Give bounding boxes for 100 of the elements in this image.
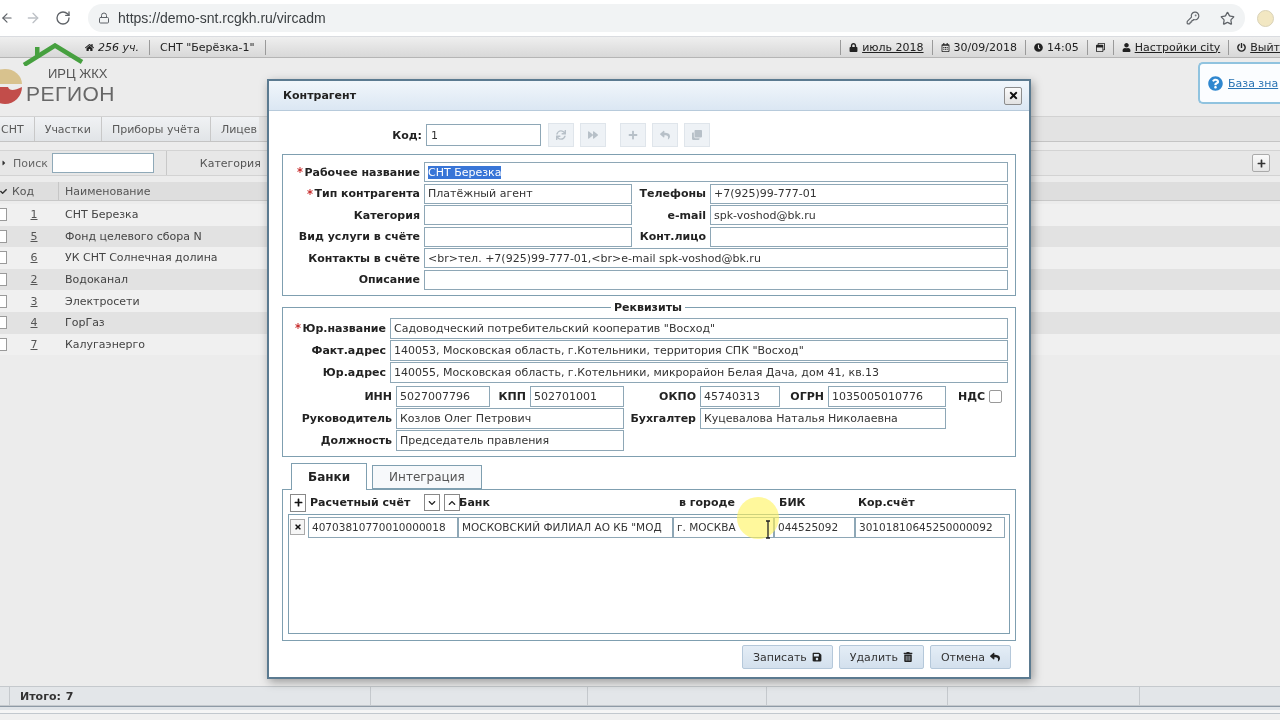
text-field[interactable]: Козлов Олег Петрович	[396, 407, 624, 429]
close-icon	[1007, 90, 1019, 101]
text-field[interactable]: 502701001	[530, 385, 624, 407]
delete-row-button[interactable]	[290, 519, 305, 536]
star-icon[interactable]	[1220, 10, 1235, 26]
field-label: Конт.лицо	[639, 230, 706, 244]
field-label: Вид услуги в счёте	[298, 230, 420, 244]
text-field[interactable]: spk-voshod@bk.ru	[710, 205, 1008, 226]
circle-logo-icon	[0, 67, 22, 105]
row-checkbox[interactable]	[0, 337, 7, 351]
field-label: Факт.адрес	[311, 343, 386, 357]
name-text: Водоканал	[65, 273, 128, 287]
checkbox[interactable]	[989, 389, 1002, 403]
text-field[interactable]: 5027007796	[396, 385, 490, 407]
cell-input[interactable]: 30101810645250000092	[855, 516, 1005, 538]
help-link[interactable]: База зна	[1198, 62, 1280, 104]
name-text: УК СНТ Солнечная долина	[65, 251, 218, 265]
window-icon[interactable]	[1095, 42, 1105, 52]
code-field[interactable]: 1	[426, 124, 541, 146]
caret-icon	[0, 159, 8, 167]
add-row-button[interactable]	[290, 493, 306, 512]
text-field[interactable]	[424, 205, 632, 226]
nav-tab[interactable]: Приборы учёта	[101, 117, 211, 141]
clock-icon	[1033, 42, 1043, 52]
text-field[interactable]: Садоводческий потребительский кооператив "Восход"	[390, 317, 1008, 339]
sort-up-button[interactable]	[444, 494, 461, 512]
close-button[interactable]	[1004, 86, 1022, 105]
forward-arrow-icon[interactable]	[25, 10, 41, 26]
field-label: Юр.адрес	[322, 365, 386, 379]
field-label: НДС	[957, 389, 985, 403]
column-header: Расчетный счёт	[310, 496, 411, 510]
text-field[interactable]: +7(925)99-777-01	[710, 183, 1008, 204]
row-checkbox[interactable]	[0, 251, 7, 265]
cell-input[interactable]: г. МОСКВА	[673, 516, 774, 538]
text-field[interactable]	[424, 226, 632, 247]
cursor-highlight-icon	[737, 497, 779, 539]
home-icon	[85, 42, 94, 52]
search-field[interactable]	[51, 153, 154, 173]
field-label: Рабочее название	[304, 165, 420, 179]
row-checkbox[interactable]	[0, 273, 7, 287]
cell-input[interactable]: 044525092	[774, 516, 855, 538]
back-arrow-icon[interactable]	[0, 11, 14, 25]
text-field[interactable]: Куцевалова Наталья Николаевна	[700, 407, 946, 429]
row-checkbox[interactable]	[0, 208, 7, 222]
code-link[interactable]: 2	[30, 273, 38, 287]
sort-down-button[interactable]	[424, 494, 441, 512]
nav-tab[interactable]: Участки	[34, 117, 102, 141]
address-bar[interactable]: https://demo-snt.rcgkh.ru/vircadm	[88, 4, 1245, 32]
avatar-icon[interactable]	[1257, 9, 1274, 27]
text-field[interactable]	[424, 269, 1008, 290]
header-text: 30/09/2018	[953, 40, 1017, 54]
check-icon	[0, 187, 7, 195]
cell-input[interactable]: 40703810770010000018	[308, 516, 458, 538]
text-field[interactable]: 1035005010776	[828, 385, 946, 407]
code-link[interactable]: 5	[30, 229, 38, 243]
text-field[interactable]: Председатель правления	[396, 429, 624, 451]
dialog-title: Контрагент	[283, 89, 356, 102]
delete-button[interactable]: Удалить	[838, 645, 924, 669]
reload-icon[interactable]	[55, 10, 71, 26]
column-header: в городе	[679, 496, 735, 510]
row-checkbox[interactable]	[0, 294, 7, 308]
status-label: Итого:	[20, 689, 61, 703]
tab[interactable]: Банки	[291, 462, 368, 490]
text-field[interactable]: 140053, Московская область, г.Котельники, территория СПК "Восход"	[390, 339, 1008, 361]
help-icon	[1208, 75, 1223, 91]
key-icon[interactable]	[1186, 11, 1200, 25]
tab[interactable]: Интеграция	[372, 464, 482, 489]
save-button[interactable]: Записать	[741, 645, 833, 669]
code-link[interactable]: 3	[30, 294, 38, 308]
column-header: Кор.счёт	[858, 496, 915, 510]
text-field[interactable]	[710, 226, 1008, 247]
row-checkbox[interactable]	[0, 229, 7, 243]
text-field[interactable]: Платёжный агент	[424, 183, 632, 204]
trash-icon	[902, 652, 913, 662]
nav-tab[interactable]: СНТ	[0, 117, 35, 141]
header-link[interactable]: Настройки city	[1134, 40, 1221, 54]
logo-text: ИРЦ ЖКХ	[48, 66, 108, 81]
undo-arrow-icon	[990, 652, 1000, 662]
cell-input[interactable]: МОСКОВСКИЙ ФИЛИАЛ АО КБ "МОД	[458, 516, 673, 538]
text-field[interactable]: 45740313	[700, 385, 780, 407]
header-link[interactable]: Выйт	[1250, 40, 1280, 54]
code-link[interactable]: 7	[30, 337, 38, 351]
logo-text: РЕГИОН	[26, 81, 115, 106]
field-label: Должность	[320, 433, 392, 447]
plus-icon	[628, 130, 638, 140]
text-field[interactable]: СНТ Березка	[424, 162, 1008, 182]
code-link[interactable]: 4	[30, 316, 38, 330]
row-checkbox[interactable]	[0, 316, 7, 330]
text-field[interactable]: <br>тел. +7(925)99-777-01,<br>e-mail spk-voshod@bk.ru	[424, 248, 1008, 269]
code-link[interactable]: 6	[30, 251, 38, 265]
text-field[interactable]: 140055, Московская область, г.Котельники, микрорайон Белая Дача, дом 41, кв.13	[390, 361, 1008, 383]
header-link[interactable]: июль 2018	[862, 40, 924, 54]
field-label: ОГРН	[790, 389, 824, 403]
field-label: Руководитель	[301, 411, 392, 425]
plus-icon	[293, 498, 303, 508]
code-link[interactable]: 1	[30, 208, 38, 222]
nav-tab[interactable]: Лицев	[210, 117, 260, 141]
add-button[interactable]	[1252, 154, 1270, 172]
undo-icon	[660, 130, 670, 140]
cancel-button[interactable]: Отмена	[929, 645, 1011, 669]
